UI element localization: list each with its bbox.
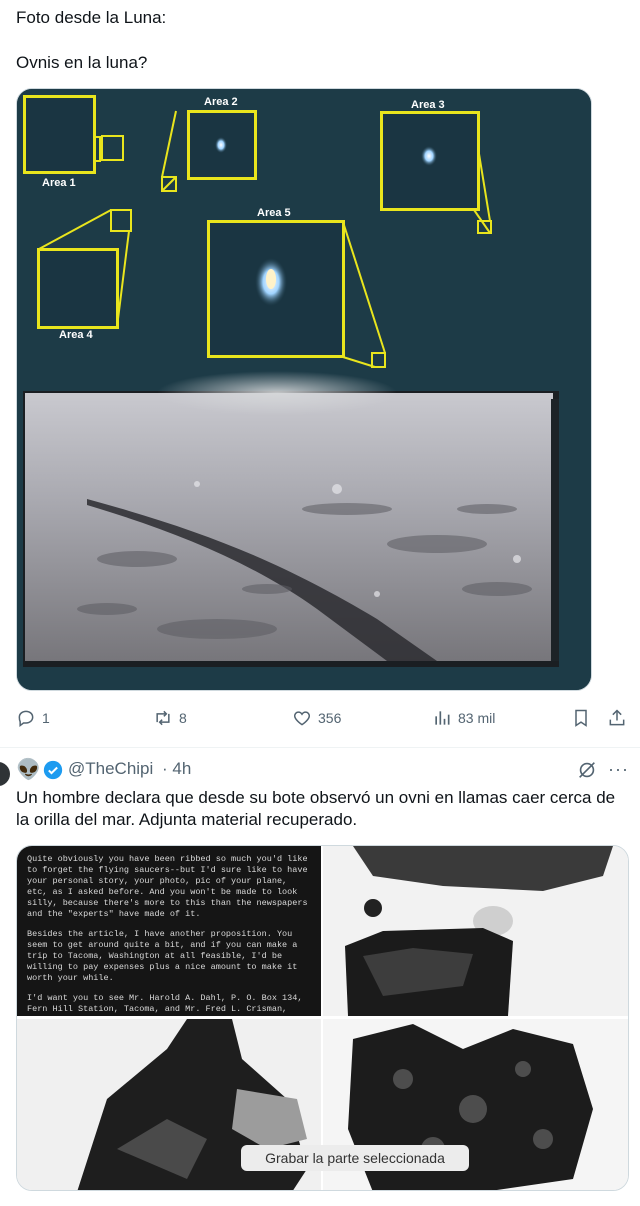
reply-count: 1 xyxy=(42,710,50,726)
area-4-label: Area 4 xyxy=(59,329,93,341)
area-4-box xyxy=(37,248,119,329)
like-button[interactable]: 356 xyxy=(292,708,341,728)
area-3-box xyxy=(380,111,480,211)
views-chart-icon xyxy=(435,711,450,725)
moon-photo[interactable]: Area 1 Area 2 Area 3 Area 4 Area 5 xyxy=(16,88,592,691)
tweet-2-media-grid[interactable]: Quite obviously you have been ribbed so … xyxy=(16,845,629,1191)
area-5-label: Area 5 xyxy=(257,207,291,219)
letter-paragraph-1: Quite obviously you have been ribbed so … xyxy=(27,854,308,919)
heart-icon xyxy=(293,711,311,726)
area-2-box xyxy=(187,110,257,180)
tweet-divider xyxy=(0,747,640,748)
retweet-button[interactable]: 8 xyxy=(153,708,187,728)
bookmark-icon xyxy=(575,709,587,727)
record-selection-toast[interactable]: Grabar la parte seleccionada xyxy=(241,1145,469,1171)
tweet-text-line-2: Ovnis en la luna? xyxy=(16,53,148,72)
avatar[interactable] xyxy=(0,762,10,786)
tweet-2-text: Un hombre declara que desde su bote obse… xyxy=(16,788,616,829)
retweet-count: 8 xyxy=(179,710,187,726)
share-icon xyxy=(609,709,625,726)
letter-paragraph-2: Besides the article, I have another prop… xyxy=(27,929,298,983)
debris-photo-1[interactable] xyxy=(323,846,628,1016)
share-button[interactable] xyxy=(607,708,627,728)
tweet-text-line-1: Foto desde la Luna: xyxy=(16,8,167,27)
views-button[interactable]: 83 mil xyxy=(432,708,495,728)
area-5-box xyxy=(207,220,345,358)
like-count: 356 xyxy=(318,710,342,726)
moon-photo-illustration xyxy=(17,89,591,690)
verified-badge-icon xyxy=(43,760,63,780)
grok-icon[interactable] xyxy=(576,759,598,781)
alien-emoji-icon: 👽 xyxy=(16,759,41,781)
retweet-icon xyxy=(156,710,170,726)
letter-paragraph-3: I'd want you to see Mr. Harold A. Dahl, … xyxy=(27,993,303,1016)
typed-letter-image[interactable]: Quite obviously you have been ribbed so … xyxy=(17,846,321,1016)
views-count: 83 mil xyxy=(458,710,496,726)
area-1-box xyxy=(23,95,96,174)
bookmark-button[interactable] xyxy=(571,708,591,728)
tweet-time[interactable]: · 4h xyxy=(162,758,191,780)
author-handle[interactable]: @TheChipi xyxy=(68,758,153,780)
area-2-label: Area 2 xyxy=(204,96,238,108)
area-3-label: Area 3 xyxy=(411,99,445,111)
debris-rocks-illustration xyxy=(345,846,613,1016)
area-1-label: Area 1 xyxy=(42,177,76,189)
reply-button[interactable]: 1 xyxy=(16,708,50,728)
more-options-icon[interactable]: ··· xyxy=(608,759,629,780)
reply-icon xyxy=(18,710,34,727)
